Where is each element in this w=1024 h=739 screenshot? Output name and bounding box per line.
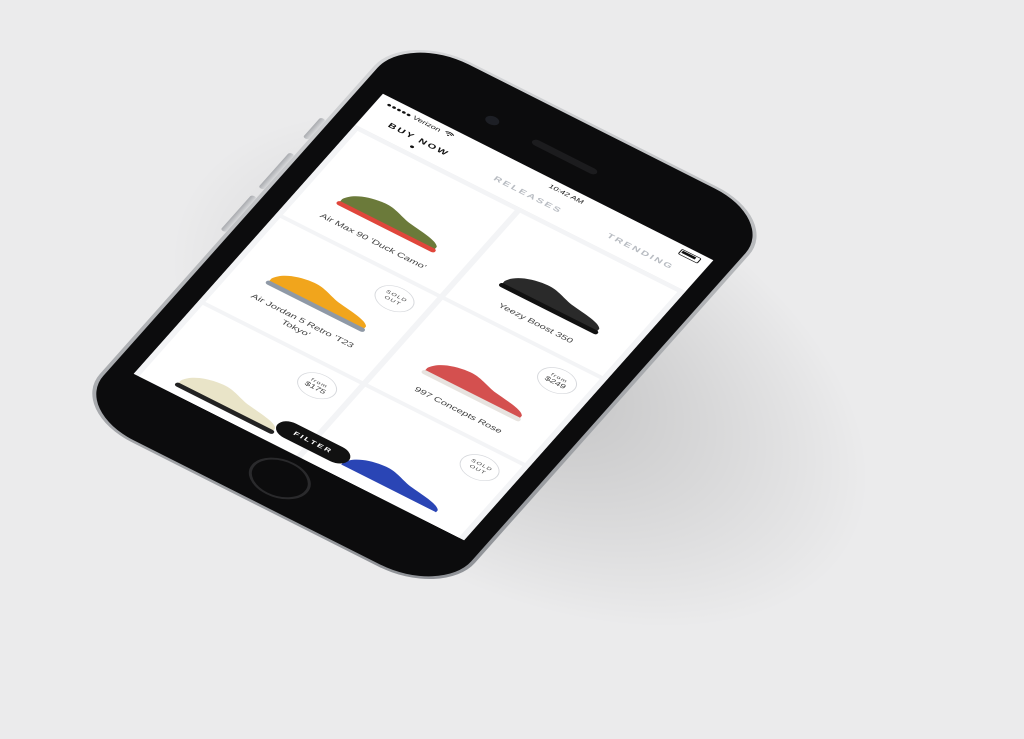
- earpiece-speaker: [530, 138, 599, 176]
- sneaker-upper: [424, 365, 522, 419]
- sneaker-upper: [501, 278, 600, 332]
- price-badge: from $175: [290, 366, 344, 405]
- scene: ●●●●● Verizon 10:42 AM BUY NOW RELEASES …: [0, 0, 1024, 739]
- front-camera: [482, 113, 502, 128]
- wifi-icon: [442, 130, 455, 140]
- sneaker-upper: [340, 459, 438, 514]
- sneaker-image: [421, 365, 522, 422]
- sneaker-image: [336, 196, 437, 253]
- sneaker-image: [498, 278, 600, 335]
- sneaker-upper: [339, 196, 437, 250]
- price-badge: from $249: [530, 361, 584, 400]
- sneaker-upper: [177, 377, 276, 432]
- sold-out-badge: SOLD OUT: [452, 448, 507, 487]
